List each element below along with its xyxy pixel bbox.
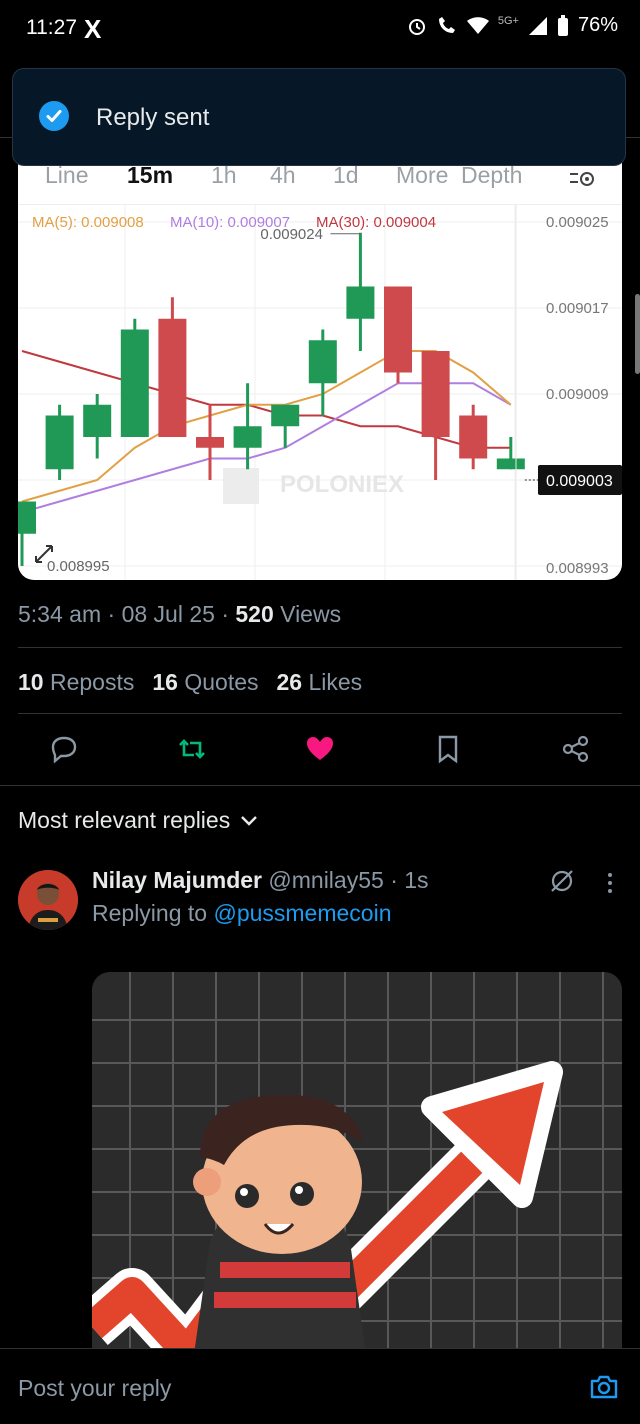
y-tick-label: 0.009009 xyxy=(546,386,609,403)
high-price-label: 0.009024 xyxy=(260,226,323,243)
candle-body xyxy=(496,458,525,470)
divider xyxy=(18,713,622,714)
candle-body xyxy=(196,437,224,448)
post-date: 08 Jul 25 xyxy=(121,601,215,627)
camera-icon[interactable] xyxy=(588,1371,620,1403)
low-price-label: 0.008995 xyxy=(47,558,110,575)
views-label: Views xyxy=(280,601,342,627)
quotes-stat[interactable]: 16 Quotes xyxy=(152,669,258,696)
reply-image-illustration xyxy=(92,972,622,1372)
candle-body xyxy=(18,501,36,534)
candle-body xyxy=(233,426,262,448)
replying-to-line: Replying to @pussmemecoin xyxy=(92,900,392,927)
candle-body xyxy=(120,329,149,437)
share-icon[interactable] xyxy=(559,732,593,766)
reply-image[interactable] xyxy=(92,972,622,1372)
toast-message: Reply sent xyxy=(96,104,210,131)
post-time: 5:34 am xyxy=(18,601,102,627)
more-options-icon[interactable] xyxy=(602,870,618,896)
x-app-icon: X xyxy=(84,14,102,44)
tab-1h[interactable]: 1h xyxy=(211,162,237,189)
ma-legend-item: MA(30): 0.009004 xyxy=(316,214,436,231)
bookmark-icon[interactable] xyxy=(431,732,465,766)
views-count: 520 xyxy=(235,601,274,627)
tab-line[interactable]: Line xyxy=(45,162,88,189)
candle-body xyxy=(346,286,375,319)
candle-body xyxy=(459,415,488,459)
tab-15m[interactable]: 15m xyxy=(127,162,173,189)
wifi-icon xyxy=(466,16,489,34)
chart-watermark: POLONIEX xyxy=(280,471,404,498)
reposts-stat[interactable]: 10 Reposts xyxy=(18,669,134,696)
tab-more[interactable]: More xyxy=(396,162,448,189)
candlestick-chart: POLONIEX MA(5): 0.009008 MA(10): 0.009007… xyxy=(18,204,622,580)
grok-icon[interactable] xyxy=(548,867,576,895)
reply-time: · 1s xyxy=(390,867,429,893)
candles xyxy=(18,232,525,566)
candle-body xyxy=(83,404,112,437)
tab-1d[interactable]: 1d xyxy=(333,162,359,189)
signal-icon xyxy=(528,16,547,35)
reply-input[interactable]: Post your reply xyxy=(18,1375,171,1402)
y-tick-label: 0.009025 xyxy=(546,214,609,231)
like-icon[interactable] xyxy=(303,732,337,766)
y-axis-labels: 0.009025 0.009017 0.009009 0.008993 xyxy=(515,204,609,580)
tab-4h[interactable]: 4h xyxy=(270,162,296,189)
network-type: 5G+ xyxy=(497,14,519,27)
reply-icon[interactable] xyxy=(47,732,81,766)
post-action-bar xyxy=(0,726,640,774)
repost-icon[interactable] xyxy=(175,732,209,766)
post-timestamp: 5:34 am · 08 Jul 25 · 520 Views xyxy=(18,601,342,627)
chart-grid xyxy=(18,204,622,580)
avatar[interactable] xyxy=(18,870,78,930)
candle-body xyxy=(308,340,337,384)
chevron-down-icon xyxy=(241,815,258,826)
divider xyxy=(18,647,622,648)
replies-sort-dropdown[interactable]: Most relevant replies xyxy=(18,807,258,834)
candle-body xyxy=(271,404,300,427)
candle-body xyxy=(421,351,450,437)
reply-composer[interactable]: Post your reply xyxy=(0,1348,640,1424)
y-tick-label: 0.008993 xyxy=(546,560,609,577)
grid-line xyxy=(18,204,622,205)
ma-legend: MA(5): 0.009008 MA(10): 0.009007 MA(30): 0… xyxy=(32,214,436,231)
post-chart-image[interactable]: POLONIEX MA(5): 0.009008 MA(10): 0.009007… xyxy=(18,140,622,580)
status-icons: 5G+ 76% xyxy=(407,14,618,37)
replies-sort-label: Most relevant replies xyxy=(18,807,231,833)
candle-body xyxy=(158,318,187,437)
candle-body xyxy=(384,286,412,373)
status-bar: 11:27 X 5G+ 76% xyxy=(0,0,640,56)
wifi-call-icon xyxy=(438,16,455,33)
replying-to-label: Replying to xyxy=(92,900,208,926)
check-circle-icon xyxy=(39,101,69,131)
y-tick-label: 0.009017 xyxy=(546,300,609,317)
status-time: 11:27 xyxy=(26,16,77,39)
reply-sent-toast: Reply sent xyxy=(12,68,626,166)
reply-author-line: Nilay Majumder @mnilay55 · 1s xyxy=(92,867,429,894)
chart-settings-icon[interactable] xyxy=(568,168,598,190)
battery-icon xyxy=(557,14,568,36)
battery-percent: 76% xyxy=(577,14,618,36)
tab-depth[interactable]: Depth xyxy=(461,162,522,189)
reply-author-name[interactable]: Nilay Majumder xyxy=(92,867,262,893)
divider xyxy=(0,785,640,786)
candle-body xyxy=(45,415,74,470)
replying-to-handle[interactable]: @pussmemecoin xyxy=(213,900,391,926)
scrollbar-thumb[interactable] xyxy=(635,294,640,374)
watermark-logo xyxy=(223,468,259,504)
engagement-stats: 10 Reposts 16 Quotes 26 Likes xyxy=(18,669,362,696)
reply-author-handle[interactable]: @mnilay55 xyxy=(268,867,383,893)
last-price-label: 0.009003 xyxy=(546,473,613,490)
alarm-icon xyxy=(408,18,425,35)
likes-stat[interactable]: 26 Likes xyxy=(277,669,363,696)
ma-legend-item: MA(5): 0.009008 xyxy=(32,214,144,231)
